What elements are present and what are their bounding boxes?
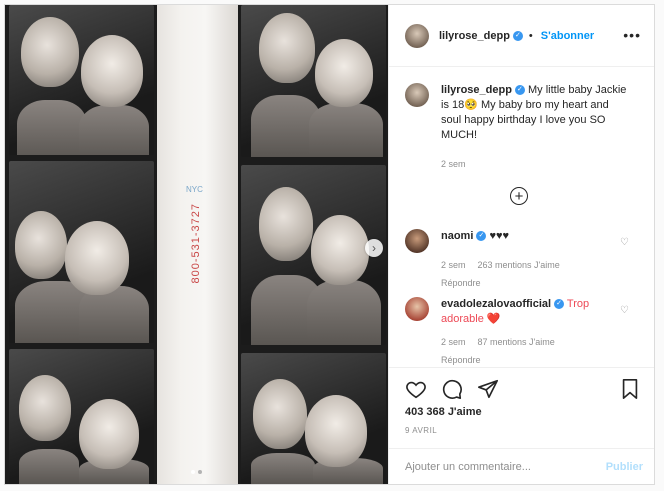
avatar[interactable] bbox=[405, 83, 429, 107]
photo-frame bbox=[241, 5, 386, 157]
comment-username[interactable]: evadolezalovaofficial bbox=[441, 298, 551, 310]
comments-list[interactable]: lilyrose_depp ✓ My little baby Jackie is … bbox=[389, 67, 654, 367]
post-date[interactable]: 9 AVRIL bbox=[405, 426, 437, 435]
next-photo-button[interactable]: › bbox=[365, 239, 383, 257]
photo-frame bbox=[241, 165, 386, 345]
photo-booth-stamp: NYC 800-531-3727 bbox=[186, 185, 208, 305]
comment-like-heart-icon[interactable]: ♡ bbox=[620, 305, 629, 316]
share-icon[interactable] bbox=[477, 378, 499, 400]
photo-frame bbox=[9, 349, 154, 484]
caption-time[interactable]: 2 sem bbox=[441, 157, 631, 172]
caption: lilyrose_depp ✓ My little baby Jackie is … bbox=[405, 83, 631, 172]
avatar[interactable] bbox=[405, 297, 429, 321]
carousel-dot bbox=[191, 470, 195, 474]
post-sidebar: lilyrose_depp ✓ • S'abonner ••• lilyrose… bbox=[388, 5, 654, 484]
post-header: lilyrose_depp ✓ • S'abonner ••• bbox=[389, 5, 654, 67]
photo-frame bbox=[9, 5, 154, 155]
post-modal: NYC 800-531-3727 › lilyrose_depp ✓ • S'a… bbox=[4, 4, 655, 485]
verified-badge-icon: ✓ bbox=[512, 30, 523, 41]
photo-frame bbox=[241, 353, 386, 484]
comment-time[interactable]: 2 sem bbox=[441, 335, 466, 350]
comment-username[interactable]: naomi bbox=[441, 230, 473, 242]
reply-button[interactable]: Répondre bbox=[441, 353, 611, 367]
header-username[interactable]: lilyrose_depp bbox=[439, 30, 510, 42]
comment-like-heart-icon[interactable]: ♡ bbox=[620, 237, 629, 248]
likes-count[interactable]: 403 368 J'aime bbox=[405, 406, 482, 418]
comment-likes[interactable]: 263 mentions J'aime bbox=[478, 258, 560, 273]
comment-time[interactable]: 2 sem bbox=[441, 258, 466, 273]
plus-circle-icon: + bbox=[514, 187, 524, 205]
caption-username[interactable]: lilyrose_depp bbox=[441, 84, 512, 96]
post-actions: 403 368 J'aime 9 AVRIL Ajouter un commen… bbox=[389, 367, 654, 484]
comment-item: naomi ✓ ♥♥♥ 2 sem 263 mentions J'aime Rép… bbox=[405, 229, 611, 291]
comment-likes[interactable]: 87 mentions J'aime bbox=[478, 335, 555, 350]
follow-button[interactable]: S'abonner bbox=[541, 30, 594, 42]
avatar[interactable] bbox=[405, 229, 429, 253]
carousel-dot bbox=[198, 470, 202, 474]
verified-badge-icon: ✓ bbox=[476, 231, 487, 242]
bookmark-icon[interactable] bbox=[619, 378, 641, 400]
verified-badge-icon: ✓ bbox=[554, 299, 565, 310]
more-horizontal-icon[interactable]: ••• bbox=[623, 27, 641, 43]
photo-frame bbox=[9, 161, 154, 343]
stamp-city: NYC bbox=[186, 185, 203, 194]
load-more-comments-button[interactable]: + bbox=[510, 187, 528, 205]
reply-button[interactable]: Répondre bbox=[441, 276, 611, 291]
comment-input[interactable]: Ajouter un commentaire... bbox=[405, 461, 531, 473]
stamp-number: 800-531-3727 bbox=[190, 203, 202, 284]
heart-icon[interactable] bbox=[405, 378, 427, 400]
verified-badge-icon: ✓ bbox=[514, 85, 525, 96]
carousel-indicator bbox=[191, 470, 202, 474]
avatar[interactable] bbox=[405, 23, 429, 48]
post-photo[interactable]: NYC 800-531-3727 › bbox=[5, 5, 388, 484]
header-separator: • bbox=[528, 29, 533, 42]
chevron-right-icon: › bbox=[372, 241, 376, 255]
post-comment-button[interactable]: Publier bbox=[606, 461, 643, 473]
comment-text: ♥♥♥ bbox=[489, 230, 510, 242]
comment-item: evadolezalovaofficial ✓ Trop adorable ❤️ … bbox=[405, 297, 611, 367]
add-comment-bar: Ajouter un commentaire... Publier bbox=[389, 448, 654, 484]
comment-icon[interactable] bbox=[441, 378, 463, 400]
